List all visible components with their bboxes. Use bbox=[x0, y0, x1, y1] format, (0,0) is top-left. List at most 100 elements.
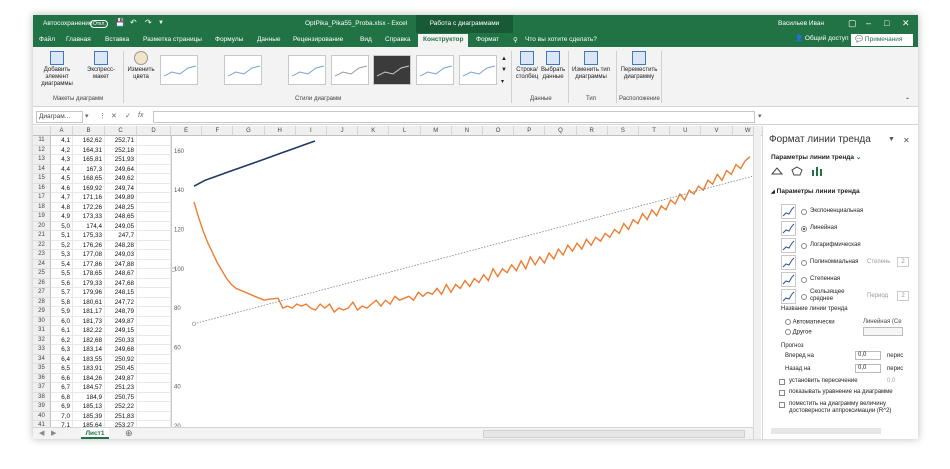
redo-icon[interactable]: ↷ bbox=[145, 18, 152, 27]
row-header[interactable]: 36 bbox=[33, 373, 51, 383]
cell-a[interactable]: 7,0 bbox=[51, 411, 73, 421]
cell-d[interactable] bbox=[137, 354, 171, 364]
chart-style-2[interactable] bbox=[224, 55, 262, 85]
cell-c[interactable]: 249,64 bbox=[105, 164, 137, 174]
trendline-option[interactable]: Логарифмическая bbox=[781, 238, 911, 254]
cell-b[interactable]: 185,39 bbox=[73, 411, 105, 421]
trendline-option[interactable]: Степенная bbox=[781, 272, 911, 288]
cell-c[interactable]: 249,74 bbox=[105, 183, 137, 193]
cell-d[interactable] bbox=[137, 364, 171, 374]
column-header[interactable]: J bbox=[327, 126, 359, 136]
maximize-icon[interactable]: □ bbox=[884, 18, 889, 28]
row-header[interactable]: 32 bbox=[33, 335, 51, 345]
cell-b[interactable]: 181,17 bbox=[73, 307, 105, 317]
cell-b[interactable]: 178,65 bbox=[73, 269, 105, 279]
row-header[interactable]: 23 bbox=[33, 250, 51, 260]
cell-b[interactable]: 182,68 bbox=[73, 335, 105, 345]
cell-a[interactable]: 4,4 bbox=[51, 164, 73, 174]
row-header[interactable]: 12 bbox=[33, 145, 51, 155]
cell-b[interactable]: 164,31 bbox=[73, 145, 105, 155]
cell-c[interactable]: 248,67 bbox=[105, 269, 137, 279]
cell-a[interactable]: 4,9 bbox=[51, 212, 73, 222]
trendline-option[interactable]: Экспоненциальная bbox=[781, 204, 911, 220]
row-header[interactable]: 13 bbox=[33, 155, 51, 165]
cell-d[interactable] bbox=[137, 183, 171, 193]
row-header[interactable]: 30 bbox=[33, 316, 51, 326]
cell-a[interactable]: 4,6 bbox=[51, 183, 73, 193]
tab-help[interactable]: Справка bbox=[385, 36, 411, 43]
tab-format[interactable]: Формат bbox=[476, 36, 499, 43]
add-chart-element-button[interactable]: Добавить элемент диаграммы bbox=[37, 51, 77, 88]
radio-unchecked[interactable] bbox=[801, 260, 807, 266]
column-header[interactable]: V bbox=[701, 126, 733, 136]
add-sheet-icon[interactable]: ⊕ bbox=[125, 428, 133, 439]
undo-icon[interactable]: ↶ bbox=[130, 18, 137, 27]
cell-a[interactable]: 4,8 bbox=[51, 202, 73, 212]
radio-unchecked[interactable] bbox=[801, 243, 807, 249]
cell-d[interactable] bbox=[137, 307, 171, 317]
cell-b[interactable]: 180,61 bbox=[73, 297, 105, 307]
column-header[interactable]: E bbox=[171, 126, 203, 136]
switch-row-column-button[interactable]: Строка/столбец bbox=[515, 51, 539, 81]
cell-a[interactable]: 4,7 bbox=[51, 193, 73, 203]
row-header[interactable]: 11 bbox=[33, 136, 51, 146]
cell-a[interactable]: 4,3 bbox=[51, 155, 73, 165]
trendline-options-icon[interactable] bbox=[811, 166, 823, 176]
select-data-button[interactable]: Выбрать данные bbox=[541, 51, 565, 81]
row-header[interactable]: 22 bbox=[33, 240, 51, 250]
row-header[interactable]: 29 bbox=[33, 307, 51, 317]
cell-d[interactable] bbox=[137, 402, 171, 412]
column-header[interactable]: A bbox=[51, 126, 73, 136]
ribbon-display-icon[interactable]: ▢ bbox=[848, 18, 857, 29]
row-header[interactable]: 20 bbox=[33, 221, 51, 231]
tab-view[interactable]: Вид bbox=[360, 36, 372, 43]
cell-d[interactable] bbox=[137, 221, 171, 231]
tab-data[interactable]: Данные bbox=[257, 36, 280, 43]
row-header[interactable]: 21 bbox=[33, 231, 51, 241]
cell-a[interactable]: 5,1 bbox=[51, 231, 73, 241]
column-header[interactable]: U bbox=[670, 126, 702, 136]
cell-d[interactable] bbox=[137, 345, 171, 355]
pane-options-icon[interactable]: ▼ bbox=[888, 136, 895, 143]
cell-b[interactable]: 172,26 bbox=[73, 202, 105, 212]
show-equation-checkbox[interactable] bbox=[779, 390, 785, 396]
name-automatic-option[interactable]: Автоматически bbox=[785, 319, 835, 326]
prev-sheet-icon[interactable]: ◀ bbox=[39, 429, 44, 437]
cell-a[interactable]: 4,2 bbox=[51, 145, 73, 155]
formula-input[interactable] bbox=[153, 111, 755, 123]
move-chart-button[interactable]: Переместить диаграмму bbox=[619, 51, 659, 81]
cell-c[interactable]: 252,71 bbox=[105, 136, 137, 146]
fx-icon[interactable]: fx bbox=[138, 112, 143, 119]
enter-icon[interactable]: ✓ bbox=[125, 112, 131, 120]
trendline[interactable] bbox=[193, 176, 753, 325]
cell-a[interactable]: 5,3 bbox=[51, 250, 73, 260]
save-icon[interactable]: 💾 bbox=[115, 18, 125, 27]
cell-b[interactable]: 183,91 bbox=[73, 364, 105, 374]
name-custom-option[interactable]: Другое bbox=[785, 329, 812, 336]
autosave-toggle[interactable]: Откл. bbox=[90, 20, 108, 28]
column-header[interactable]: R bbox=[576, 126, 608, 136]
column-header[interactable]: C bbox=[105, 126, 137, 136]
cell-b[interactable]: 184,26 bbox=[73, 373, 105, 383]
cancel-icon[interactable]: ✕ bbox=[111, 112, 117, 120]
cell-b[interactable]: 162,62 bbox=[73, 136, 105, 146]
cell-d[interactable] bbox=[137, 335, 171, 345]
column-header[interactable]: P bbox=[514, 126, 546, 136]
tell-me-search[interactable]: Что вы хотите сделать? bbox=[525, 36, 597, 43]
chart-style-3[interactable] bbox=[288, 55, 326, 85]
cell-d[interactable] bbox=[137, 212, 171, 222]
name-box-dropdown-icon[interactable]: ▾ bbox=[85, 112, 89, 120]
cell-d[interactable] bbox=[137, 383, 171, 393]
cell-c[interactable]: 249,87 bbox=[105, 316, 137, 326]
forecast-forward-input[interactable]: 0,0 bbox=[855, 351, 881, 360]
cell-d[interactable] bbox=[137, 373, 171, 383]
cell-c[interactable]: 247,7 bbox=[105, 231, 137, 241]
row-header[interactable]: 18 bbox=[33, 202, 51, 212]
column-header[interactable]: O bbox=[483, 126, 515, 136]
series-line-2[interactable] bbox=[193, 156, 751, 314]
tab-chart-design[interactable]: Конструктор bbox=[418, 34, 469, 47]
column-header[interactable]: Q bbox=[545, 126, 577, 136]
user-name[interactable]: Васильев Иван bbox=[778, 20, 824, 27]
trendline-handle[interactable] bbox=[191, 321, 197, 326]
cell-c[interactable]: 248,79 bbox=[105, 307, 137, 317]
